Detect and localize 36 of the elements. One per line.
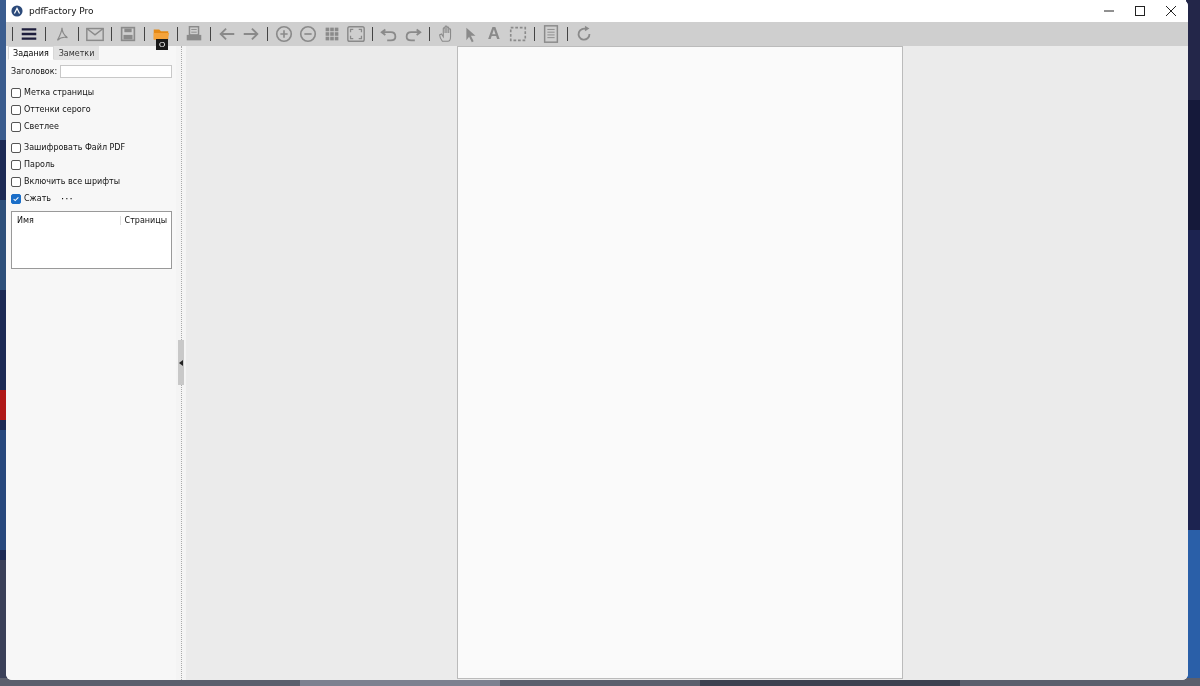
checkbox-label: Зашифровать Файл PDF	[24, 143, 126, 152]
checkbox-label: Сжать	[24, 194, 52, 203]
title-field[interactable]	[60, 65, 172, 78]
field-label: Заголовок:	[11, 67, 58, 76]
fit-page-icon	[346, 24, 366, 44]
checkbox[interactable]	[11, 142, 21, 153]
checkbox[interactable]	[11, 193, 21, 204]
more-button[interactable]: ···	[61, 193, 74, 204]
collapse-handle[interactable]	[178, 340, 184, 385]
window-title: pdfFactory Pro	[29, 6, 94, 16]
checkbox-label: Метка страницы	[24, 88, 94, 97]
zoom-in-button[interactable]	[273, 23, 295, 45]
checkbox-label: Пароль	[24, 160, 55, 169]
fit-page-button[interactable]	[345, 23, 367, 45]
checkbox[interactable]	[11, 176, 21, 187]
app-icon	[11, 5, 23, 17]
column-header[interactable]: Имя	[12, 216, 120, 225]
save-icon	[118, 24, 138, 44]
zoom-in-icon	[274, 24, 294, 44]
zoom-out-button[interactable]	[297, 23, 319, 45]
tooltip: O	[156, 39, 169, 50]
checkbox[interactable]	[11, 104, 21, 115]
checkbox-label: Светлее	[24, 122, 59, 131]
tab[interactable]: Заметки	[53, 46, 100, 60]
checkbox[interactable]	[11, 87, 21, 98]
maximize-icon	[1134, 6, 1145, 16]
zoom-out-icon	[298, 24, 318, 44]
close-icon	[1165, 6, 1176, 16]
checkbox-label: Включить все шрифты	[24, 177, 120, 186]
tab[interactable]: Задания	[8, 46, 54, 60]
checkbox-label: Оттенки серого	[24, 105, 91, 114]
checkbox[interactable]	[11, 159, 21, 170]
column-header[interactable]: Страницы	[119, 216, 171, 225]
page-icon	[541, 24, 561, 44]
checkbox[interactable]	[11, 121, 21, 132]
selection-icon	[508, 24, 528, 44]
